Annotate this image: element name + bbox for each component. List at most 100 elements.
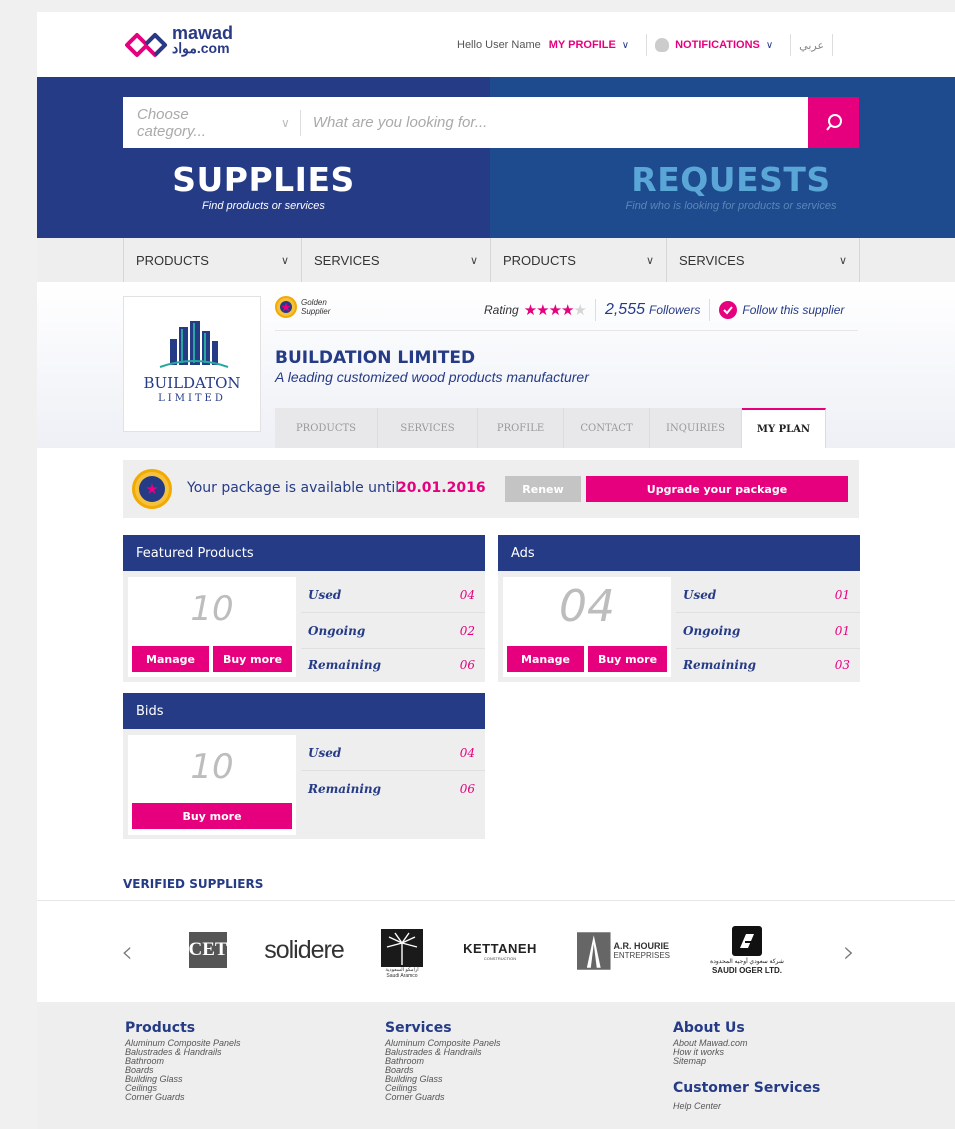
notifications-menu[interactable]: NOTIFICATIONS (675, 39, 760, 51)
bids-panel: Bids 10 Buy more Used 04 Remaining 06 (123, 693, 485, 839)
company-description: A leading customized wood products manuf… (275, 369, 589, 385)
supplies-products-dropdown[interactable]: PRODUCTS ∨ (123, 238, 302, 282)
stat-label: Used (308, 587, 342, 602)
stat-value: 01 (834, 623, 850, 638)
package-expiry-date: 20.01.2016 (397, 480, 486, 496)
stat-row: Used 01 (676, 577, 860, 613)
bids-total: 10 (190, 747, 234, 787)
requests-title: REQUESTS (631, 160, 831, 199)
chevron-down-icon[interactable]: ∨ (766, 40, 773, 51)
manage-button[interactable]: Manage (507, 646, 584, 672)
logo-name-line1: mawad (172, 23, 234, 43)
divider (275, 330, 858, 331)
followers-label: Followers (649, 303, 701, 317)
tower-icon (577, 932, 611, 970)
star-filled-icon: ★ (548, 302, 562, 319)
category-select[interactable]: Choose category... (137, 106, 257, 140)
rating-stars: ★★★★★ (524, 301, 587, 319)
stat-label: Ongoing (308, 623, 366, 638)
tab-contact[interactable]: CONTACT (564, 408, 650, 448)
suppliers-carousel: ‹ CET solidere أرامكو السعودية Saudi Ara… (37, 900, 955, 1002)
oger-emblem-icon (732, 925, 762, 956)
tab-products[interactable]: PRODUCTS (275, 408, 378, 448)
chevron-down-icon[interactable]: ∨ (281, 116, 290, 130)
stat-value: 01 (834, 587, 850, 602)
supplier-logo-kettaneh[interactable]: KETTANEH CONSTRUCTION (459, 939, 541, 963)
rating-label: Rating (484, 303, 519, 317)
supplier-logo-hourie[interactable]: A.R. HOURIE ENTREPRISES (577, 932, 670, 970)
tab-services[interactable]: SERVICES (378, 408, 478, 448)
logo-line1: BUILDATON (143, 374, 240, 392)
brand-kettaneh-text: KETTANEH (463, 941, 537, 956)
stat-row: Remaining 06 (301, 771, 485, 807)
tab-inquiries[interactable]: INQUIRIES (650, 408, 742, 448)
chevron-down-icon: ∨ (838, 254, 847, 267)
mawad-logo[interactable]: mawad مواد.com (123, 23, 263, 62)
footer-heading: Services (385, 1020, 452, 1036)
palm-icon (381, 929, 423, 967)
requests-subtitle: Find who is looking for products or serv… (625, 200, 837, 212)
buy-more-button[interactable]: Buy more (213, 646, 292, 672)
search-icon (825, 113, 842, 131)
stat-value: 04 (459, 745, 475, 760)
chevron-down-icon[interactable]: ∨ (622, 40, 629, 51)
follow-supplier-link[interactable]: Follow this supplier (742, 303, 844, 317)
footer-services-column: Services Aluminum Composite Panels Balus… (385, 1020, 501, 1102)
manage-button[interactable]: Manage (132, 646, 209, 672)
stat-value: 03 (834, 658, 850, 672)
footer-about-column: About Us About Mawad.com How it works Si… (673, 1020, 820, 1111)
dropdown-label: PRODUCTS (136, 252, 209, 268)
footer-link[interactable]: Corner Guards (125, 1093, 241, 1102)
search-input[interactable]: What are you looking for... (313, 114, 808, 131)
chevron-down-icon: ∨ (280, 254, 289, 267)
chevron-right-icon[interactable]: › (843, 935, 855, 970)
star-empty-icon: ★ (573, 302, 587, 319)
bell-icon (655, 38, 670, 52)
quota-box: 04 Manage Buy more (503, 577, 671, 677)
requests-services-dropdown[interactable]: SERVICES ∨ (667, 238, 860, 282)
chevron-down-icon: ∨ (645, 254, 654, 267)
brand-solidere-text: solidere (264, 935, 345, 964)
buy-more-button[interactable]: Buy more (588, 646, 667, 672)
my-profile-menu[interactable]: MY PROFILE (549, 39, 616, 51)
footer-link[interactable]: Help Center (673, 1102, 820, 1111)
package-star-icon: ★ (132, 469, 172, 509)
footer-link[interactable]: Corner Guards (385, 1093, 501, 1102)
footer-heading: About Us (673, 1020, 745, 1036)
footer-products-column: Products Aluminum Composite Panels Balus… (125, 1020, 241, 1102)
ads-total: 04 (559, 581, 615, 632)
supplier-logo-solidere[interactable]: solidere (259, 933, 349, 967)
stat-row: Ongoing 02 (301, 613, 485, 649)
stat-row: Remaining 03 (676, 647, 860, 683)
supplier-header: BUILDATON LIMITED Golden Supplier Rating… (37, 282, 955, 448)
golden-supplier-badge: Golden Supplier (275, 296, 341, 318)
check-icon[interactable] (719, 301, 738, 319)
featured-products-panel: Featured Products 10 Manage Buy more Use… (123, 535, 485, 682)
upgrade-package-button[interactable]: Upgrade your package (586, 476, 848, 502)
language-switch[interactable]: عربي (799, 39, 824, 52)
supplier-logo-aramco[interactable]: أرامكو السعودية Saudi Aramco (381, 928, 423, 980)
renew-button[interactable]: Renew (505, 476, 581, 502)
footer-link[interactable]: Sitemap (673, 1057, 820, 1066)
brand-kettaneh-sub: CONSTRUCTION (483, 956, 517, 961)
supplier-logo-cet[interactable]: CET (188, 932, 228, 968)
chevron-left-icon[interactable]: ‹ (121, 935, 133, 970)
dropdown-label: PRODUCTS (503, 252, 576, 268)
supplies-tab[interactable]: SUPPLIES Find products or services (37, 160, 490, 212)
tab-profile[interactable]: PROFILE (478, 408, 564, 448)
panel-title: Ads (498, 535, 860, 571)
buy-more-button[interactable]: Buy more (132, 803, 292, 829)
supplier-logo-saudi-oger[interactable]: شركة سعودي أوجيه المحدودة SAUDI OGER LTD… (699, 922, 795, 978)
stat-label: Remaining (308, 782, 382, 796)
divider (832, 34, 834, 56)
tab-my-plan[interactable]: MY PLAN (742, 408, 826, 448)
profile-tabs: PRODUCTS SERVICES PROFILE CONTACT INQUIR… (275, 408, 826, 448)
requests-products-dropdown[interactable]: PRODUCTS ∨ (491, 238, 667, 282)
stat-value: 02 (459, 623, 475, 638)
footer: Products Aluminum Composite Panels Balus… (37, 1002, 955, 1129)
requests-tab[interactable]: REQUESTS Find who is looking for product… (490, 160, 955, 212)
stat-row: Used 04 (301, 735, 485, 771)
search-button[interactable] (808, 97, 859, 148)
logo-name-line2: مواد.com (172, 40, 230, 56)
supplies-services-dropdown[interactable]: SERVICES ∨ (302, 238, 491, 282)
